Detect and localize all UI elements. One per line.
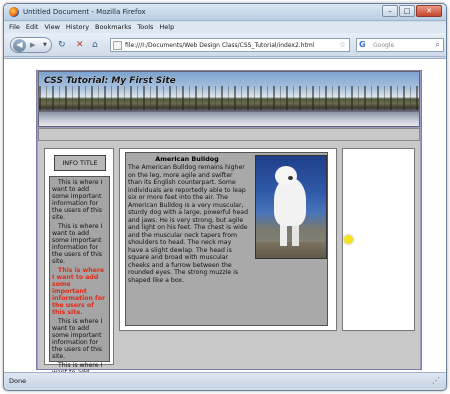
firefox-icon [9,7,19,17]
main-area: INFO TITLE This is where I want to add s… [38,141,420,390]
back-arrow-icon[interactable]: ◀ [13,39,26,52]
navigation-toolbar: ◀ ▶ ▼ ↻ ✕ ⌂ file:///I:/Documents/Web Des… [4,33,446,57]
minimize-button[interactable]: – [382,5,398,17]
menu-bookmarks[interactable]: Bookmarks [95,22,131,33]
back-forward-group: ◀ ▶ ▼ [10,37,52,53]
history-dropdown-icon[interactable]: ▼ [43,42,47,48]
status-text: Done [9,377,27,385]
info-note-highlight: This is where I want to add some importa… [52,267,106,316]
search-icon[interactable]: ⌕ [436,40,440,50]
info-notes: This is where I want to add some importa… [49,176,110,390]
bookmark-star-icon[interactable]: ☆ [339,40,346,49]
google-search-engine-icon[interactable]: G [359,40,366,49]
page-viewport: CSS Tutorial: My First Site INFO TITLE T… [4,58,446,390]
info-note: This is where I want to add some importa… [52,179,103,221]
home-icon[interactable]: ⌂ [92,39,98,51]
status-bar: Done ⋰ [4,372,446,388]
reload-icon[interactable]: ↻ [58,39,66,51]
resize-grip-icon[interactable]: ⋰ [432,376,440,385]
article-panel: American Bulldog The American Bulldog re… [119,148,337,331]
menu-history[interactable]: History [66,22,89,33]
address-url: file:///I:/Documents/Web Design Class/CS… [125,42,315,49]
info-note: This is where I want to add some importa… [52,318,103,360]
title-bar: Untitled Document - Mozilla Firefox – □ … [4,4,446,21]
photo-rock [256,242,326,258]
menu-edit[interactable]: Edit [26,22,39,33]
menu-view[interactable]: View [44,22,59,33]
stop-icon[interactable]: ✕ [76,39,84,51]
search-bar[interactable]: G Google ⌕ [356,38,444,52]
site-container: CSS Tutorial: My First Site INFO TITLE T… [36,70,422,390]
banner-water [39,112,419,126]
browser-window: Untitled Document - Mozilla Firefox – □ … [3,3,447,391]
window-controls: – □ ✕ [382,5,442,19]
nav-strip [38,128,420,141]
article-box: American Bulldog The American Bulldog re… [125,152,328,326]
page-favicon [113,41,122,50]
info-note: This is where I want to add some importa… [52,223,103,265]
photo-dog-head [275,166,297,186]
maximize-button[interactable]: □ [399,5,415,17]
header-banner: CSS Tutorial: My First Site [38,71,420,127]
address-bar[interactable]: file:///I:/Documents/Web Design Class/CS… [110,38,350,52]
banner-treeline [39,86,419,110]
left-sidebar: INFO TITLE This is where I want to add s… [44,148,114,390]
search-placeholder: Google [373,42,395,49]
menu-file[interactable]: File [9,22,20,33]
article-title: American Bulldog [155,155,219,163]
site-title: CSS Tutorial: My First Site [44,76,176,86]
article-body: The American Bulldog remains higher on t… [128,164,248,284]
info-title: INFO TITLE [54,155,106,171]
photo-dog-nose [288,176,293,180]
mouse-cursor-highlight [344,235,353,244]
bulldog-photo [255,155,327,259]
window-title: Untitled Document - Mozilla Firefox [23,8,146,16]
menu-help[interactable]: Help [159,22,174,33]
close-button[interactable]: ✕ [416,5,442,17]
forward-arrow-icon[interactable]: ▶ [30,41,35,49]
menu-bar: File Edit View History Bookmarks Tools H… [4,22,446,33]
menu-tools[interactable]: Tools [137,22,153,33]
